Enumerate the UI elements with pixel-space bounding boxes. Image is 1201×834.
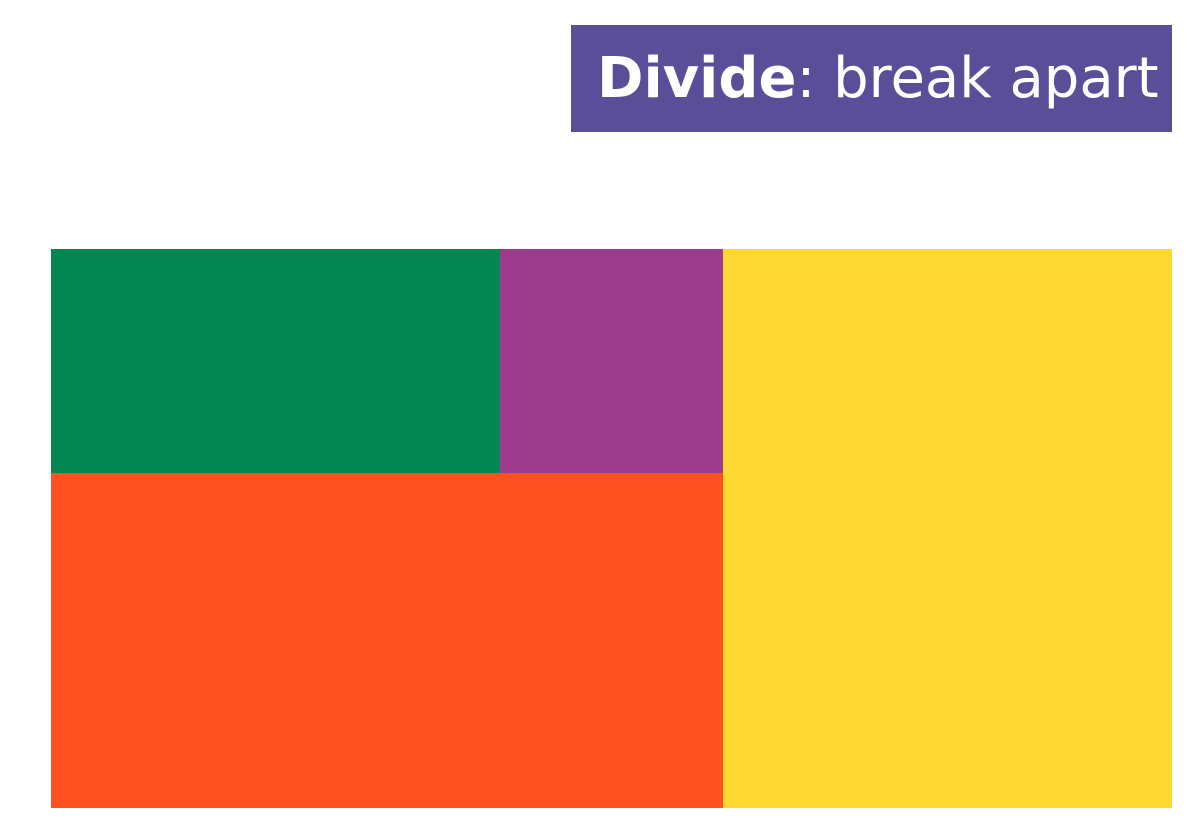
block-purple — [500, 249, 723, 473]
title-separator: : — [796, 45, 816, 111]
block-orange — [51, 473, 723, 808]
rectangle-diagram — [51, 249, 1172, 808]
title-banner: Divide: break apart — [571, 25, 1172, 132]
title-keyword: Divide — [597, 45, 797, 111]
title-rest: break apart — [815, 45, 1159, 111]
block-green — [51, 249, 500, 473]
block-yellow — [723, 249, 1172, 808]
